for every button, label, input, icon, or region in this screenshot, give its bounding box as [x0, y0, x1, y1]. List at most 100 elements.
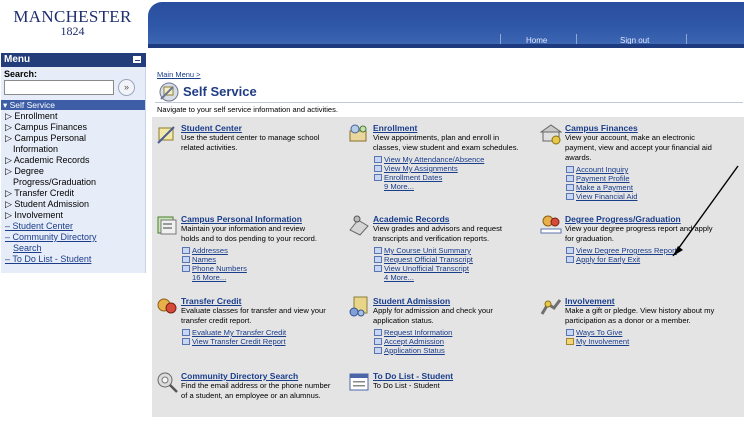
link-more-enrollment[interactable]: 9 More...	[384, 182, 414, 191]
tile-desc: application status.	[373, 316, 434, 325]
campus-finances-icon	[539, 123, 563, 145]
tile-title[interactable]: Transfer Credit	[181, 296, 241, 306]
tile-desc: holds and to dos pending to your record.	[181, 234, 317, 243]
tile-enrollment: Enrollment View appointments, plan and e…	[348, 123, 538, 213]
enrollment-icon	[348, 123, 370, 145]
tile-student-admission: Student Admission Apply for admission an…	[348, 296, 538, 366]
tile-to-do-list-student: To Do List - Student To Do List - Studen…	[348, 371, 538, 411]
tile-desc: View your account, make an electronic	[565, 133, 695, 142]
tile-desc: participation as a donor or a member.	[565, 316, 691, 325]
menu-item-campus-personal[interactable]: ▷ Campus Personal	[5, 133, 86, 143]
menu-link-to-do-list[interactable]: – To Do List - Student	[5, 254, 91, 264]
link-enrollment-dates[interactable]: Enrollment Dates	[374, 173, 442, 182]
menu-item-campus-finances[interactable]: ▷ Campus Finances	[5, 122, 87, 132]
link-item-icon	[566, 247, 574, 254]
tile-desc: Evaluate classes for transfer and view y…	[181, 306, 326, 315]
university-logo: MANCHESTER 1824	[0, 0, 145, 50]
student-center-icon	[156, 123, 178, 145]
tile-title[interactable]: Enrollment	[373, 123, 417, 133]
link-account-inquiry[interactable]: Account Inquiry	[566, 165, 628, 174]
tile-desc: Maintain your information and review	[181, 224, 306, 233]
page-intro: Navigate to your self service informatio…	[157, 105, 338, 114]
tile-title[interactable]: Student Center	[181, 123, 242, 133]
link-my-involvement[interactable]: My Involvement	[566, 337, 629, 346]
link-evaluate-my-transfer-credit[interactable]: Evaluate My Transfer Credit	[182, 328, 286, 337]
tile-campus-personal-information: Campus Personal Information Maintain you…	[156, 214, 346, 294]
menu-item-academic-records[interactable]: ▷ Academic Records	[5, 155, 89, 165]
link-request-official-transcript[interactable]: Request Official Transcript	[374, 255, 473, 264]
link-accept-admission[interactable]: Accept Admission	[374, 337, 444, 346]
tile-campus-finances: Campus Finances View your account, make …	[539, 123, 740, 213]
menu-item-degree-cont[interactable]: Progress/Graduation	[13, 177, 96, 187]
link-item-icon	[182, 338, 190, 345]
tile-desc: transfer credit report.	[181, 316, 252, 325]
tile-title[interactable]: Academic Records	[373, 214, 450, 224]
menu-search-input[interactable]	[4, 80, 114, 95]
link-phone-numbers[interactable]: Phone Numbers	[182, 264, 247, 273]
link-names[interactable]: Names	[182, 255, 216, 264]
tile-community-directory-search: Community Directory Search Find the emai…	[156, 371, 346, 411]
menu-item-student-admission[interactable]: ▷ Student Admission	[5, 199, 89, 209]
tile-degree-progress-graduation: Degree Progress/Graduation View your deg…	[540, 214, 740, 294]
tile-desc: of a student, an employee or an alumnus.	[181, 391, 321, 400]
link-my-course-unit-summary[interactable]: My Course Unit Summary	[374, 246, 471, 255]
link-application-status[interactable]: Application Status	[374, 346, 445, 355]
campus-personal-information-icon	[156, 214, 178, 236]
link-more-personal-information[interactable]: 16 More...	[192, 273, 226, 282]
link-item-icon	[566, 256, 574, 263]
logo-wordmark: MANCHESTER	[13, 7, 132, 26]
menu-item-transfer-credit[interactable]: ▷ Transfer Credit	[5, 188, 74, 198]
tile-title[interactable]: Degree Progress/Graduation	[565, 214, 681, 224]
link-item-icon	[374, 347, 382, 354]
menu-item-involvement[interactable]: ▷ Involvement	[5, 210, 63, 220]
link-item-icon	[566, 329, 574, 336]
link-item-icon	[374, 329, 382, 336]
link-make-a-payment[interactable]: Make a Payment	[566, 183, 633, 192]
tile-title[interactable]: Community Directory Search	[181, 371, 298, 381]
degree-progress-icon	[540, 214, 562, 236]
menu-link-student-center[interactable]: – Student Center	[5, 221, 73, 231]
link-view-my-assignments[interactable]: View My Assignments	[374, 164, 458, 173]
tile-title[interactable]: Campus Personal Information	[181, 214, 302, 224]
link-item-icon	[182, 256, 190, 263]
tile-desc: Use the student center to manage school	[181, 133, 320, 142]
menu-item-degree[interactable]: ▷ Degree	[5, 166, 44, 176]
link-more-academic-records[interactable]: 4 More...	[384, 273, 414, 282]
link-item-icon	[374, 174, 382, 181]
transfer-credit-icon	[156, 296, 178, 318]
link-view-degree-progress-report[interactable]: View Degree Progress Report	[566, 246, 677, 255]
menu-item-enrollment[interactable]: ▷ Enrollment	[5, 111, 57, 121]
tile-title[interactable]: To Do List - Student	[373, 371, 453, 381]
link-request-information[interactable]: Request Information	[374, 328, 452, 337]
tile-student-center: Student Center Use the student center to…	[156, 123, 346, 213]
header-banner: Home Sign out	[148, 2, 744, 47]
tile-transfer-credit: Transfer Credit Evaluate classes for tra…	[156, 296, 346, 366]
tile-title[interactable]: Student Admission	[373, 296, 450, 306]
link-apply-for-early-exit[interactable]: Apply for Early Exit	[566, 255, 640, 264]
tile-title[interactable]: Campus Finances	[565, 123, 638, 133]
folder-icon	[566, 338, 574, 345]
link-payment-profile[interactable]: Payment Profile	[566, 174, 630, 183]
link-item-icon	[566, 193, 574, 200]
menu-link-community-directory-cont[interactable]: Search	[13, 243, 42, 253]
link-ways-to-give[interactable]: Ways To Give	[566, 328, 622, 337]
tile-desc: related activities.	[181, 143, 238, 152]
menu-link-community-directory[interactable]: – Community Directory	[5, 232, 97, 242]
link-view-unofficial-transcript[interactable]: View Unofficial Transcript	[374, 264, 469, 273]
breadcrumb-main-menu[interactable]: Main Menu >	[157, 70, 201, 79]
involvement-icon	[540, 296, 562, 318]
tile-title[interactable]: Involvement	[565, 296, 615, 306]
student-admission-icon	[348, 296, 370, 318]
minimize-menu-icon[interactable]	[132, 55, 142, 64]
tile-desc: for graduation.	[565, 234, 614, 243]
link-view-transfer-credit-report[interactable]: View Transfer Credit Report	[182, 337, 286, 346]
menu-item-campus-personal-cont[interactable]: Information	[13, 144, 58, 154]
tile-desc: View grades and advisors and request	[373, 224, 503, 233]
link-view-my-attendance[interactable]: View My Attendance/Absence	[374, 155, 484, 164]
search-go-button[interactable]: »	[118, 79, 135, 96]
menu-section-self-service[interactable]: ▾ Self Service	[1, 100, 145, 110]
title-divider	[155, 102, 743, 103]
tile-desc: transcripts and verification reports.	[373, 234, 490, 243]
link-view-financial-aid[interactable]: View Financial Aid	[566, 192, 638, 201]
link-addresses[interactable]: Addresses	[182, 246, 228, 255]
